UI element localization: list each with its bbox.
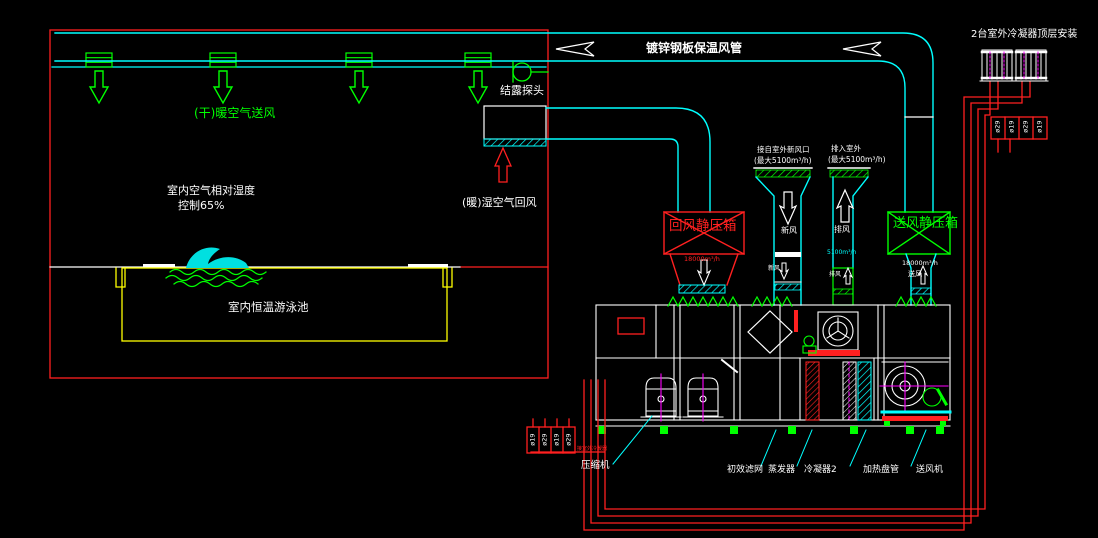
mixing-damper — [748, 311, 792, 353]
exhaust-line1: 排入室外 — [831, 145, 861, 153]
label-heating-coil: 加热盘管 — [863, 466, 899, 476]
probe-label: 结露探头 — [500, 85, 544, 97]
condenser-units — [980, 50, 1048, 81]
main-duct-label: 镀锌钢板保温风管 — [646, 42, 742, 55]
return-grille — [484, 106, 546, 146]
pipe-dia-top-3: ø29 — [1022, 117, 1029, 137]
humidity-label-line2: 控制65% — [178, 200, 224, 212]
exhaust-arrow — [837, 190, 853, 222]
fresh-dir-small: 新风 — [768, 266, 780, 273]
return-down-arrow — [698, 260, 710, 285]
pipe-note: 接室外冷凝器 — [577, 447, 607, 453]
condenser-note: 2台室外冷凝器顶层安装 — [971, 29, 1077, 40]
label-leader-lines — [613, 416, 926, 466]
fresh-air-arrow-small — [780, 263, 788, 279]
exhaust-arrow-small — [844, 268, 852, 284]
return-damper-hatch — [679, 285, 725, 293]
cad-linework — [0, 0, 1098, 538]
pipe-dia-bottom-3: ø19 — [553, 430, 560, 450]
heating-coil — [858, 362, 871, 420]
compressor-2 — [683, 374, 723, 421]
exhaust-line2: (最大5100m³/h) — [828, 156, 886, 164]
electric-box — [618, 318, 644, 334]
label-condenser: 冷凝器2 — [804, 466, 837, 476]
pool-label: 室内恒温游泳池 — [228, 301, 309, 314]
pipe-dia-top-4: ø19 — [1036, 117, 1043, 137]
ceiling-diffusers — [86, 53, 491, 67]
return-duct — [546, 108, 710, 212]
fresh-intake-line2: (最大5100m³/h) — [754, 157, 812, 165]
label-compressor: 压缩机 — [581, 461, 610, 471]
return-flow-label: 18000m³/h — [684, 256, 720, 263]
fresh-air-duct — [754, 168, 812, 305]
label-supply-fan: 送风机 — [916, 466, 943, 476]
fresh-intake-line1: 接自室外新风口 — [757, 146, 810, 154]
supply-dir-label: 送风 — [908, 271, 922, 279]
fresh-air-arrow — [780, 192, 796, 224]
pipe-dia-top-2: ø19 — [1008, 117, 1015, 137]
compressor-1 — [641, 374, 681, 421]
label-evaporator: 蒸发器 — [768, 466, 795, 476]
ahu-feet — [598, 426, 944, 434]
supply-diffuser-arrows — [90, 71, 487, 103]
exhaust-flow-small: 5100m³/h — [827, 250, 856, 257]
return-air-label: (暖)湿空气回风 — [462, 197, 537, 209]
water-waves — [166, 270, 266, 287]
damper-blade — [722, 360, 737, 372]
condenser-coil — [806, 362, 819, 420]
supply-air-label: (干)暖空气送风 — [194, 107, 275, 120]
swimmer-icon — [186, 248, 249, 268]
exhaust-dir-small: 排风 — [829, 272, 841, 279]
return-air-arrow — [495, 148, 511, 182]
label-filter: 初效滤网 — [727, 466, 763, 476]
pipe-dia-top-1: ø29 — [994, 117, 1001, 137]
exhaust-dir-label: 排风 — [834, 226, 850, 235]
supply-plenum-label: 送风静压箱 — [893, 217, 958, 231]
return-plenum-label: 回风静压箱 — [669, 219, 737, 234]
fresh-dir-label: 新风 — [781, 227, 797, 236]
coil-sections — [806, 362, 871, 420]
hvac-cad-drawing: 镀锌钢板保温风管 2台室外冷凝器顶层安装 (干)暖空气送风 室内空气相对湿度 控… — [0, 0, 1098, 538]
pipe-dia-bottom-1: ø19 — [529, 430, 536, 450]
humidity-label-line1: 室内空气相对湿度 — [167, 185, 255, 197]
supply-flow-label: 18000m³/h — [902, 260, 938, 267]
pipe-dia-bottom-4: ø29 — [565, 430, 572, 450]
pipe-dia-bottom-2: ø29 — [541, 430, 548, 450]
condensation-probe-icon — [513, 62, 548, 82]
ahu-frame — [596, 305, 950, 426]
supply-fan — [880, 362, 950, 426]
